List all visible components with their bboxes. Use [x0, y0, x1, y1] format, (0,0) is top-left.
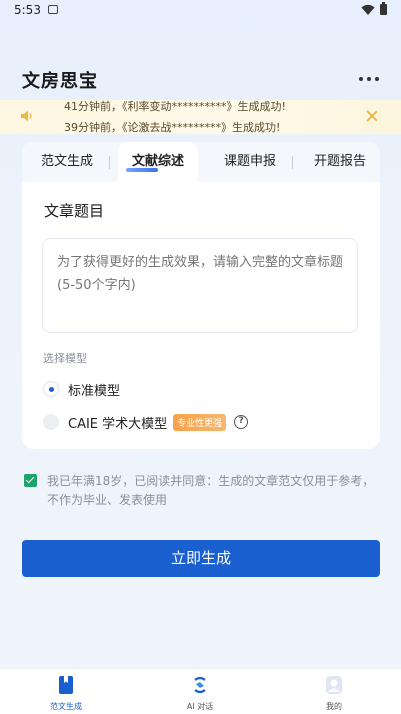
pro-badge: 专业性更强 — [173, 413, 227, 431]
tab-proposal-report[interactable]: 开题报告 — [300, 142, 380, 182]
tab-literature-review[interactable]: 文献综述 — [118, 142, 198, 182]
notice-bar: 41分钟前，《利率变动**********》生成成功! 39分钟前，《论激去战*… — [0, 100, 401, 134]
radio-selected-icon — [43, 381, 59, 397]
speaker-icon — [21, 110, 32, 122]
agreement-checkbox[interactable] — [24, 474, 37, 487]
status-bar: 5:53 — [0, 0, 401, 24]
close-notice-icon[interactable] — [366, 110, 378, 122]
tab-essay-generation[interactable]: 范文生成 — [28, 142, 106, 182]
nav-item-essay-generation[interactable]: 范文生成 — [26, 675, 106, 712]
dot-icon — [359, 77, 363, 81]
book-icon — [59, 676, 73, 694]
status-time: 5:53 — [14, 3, 41, 17]
notice-scroll: 41分钟前，《利率变动**********》生成成功! 39分钟前，《论激去战*… — [44, 100, 363, 134]
dot-icon — [367, 77, 371, 81]
model-option-label: CAIE 学术大模型 — [68, 416, 168, 432]
nav-label: 范文生成 — [50, 702, 82, 711]
tab-bar: 范文生成 文献综述 课题申报 开题报告 — [22, 142, 380, 182]
nav-label: 我的 — [326, 702, 342, 711]
tab-divider — [292, 156, 293, 169]
radio-unselected-icon — [43, 414, 59, 430]
battery-icon — [380, 2, 387, 15]
model-option-standard[interactable]: 标准模型 — [43, 378, 120, 400]
tab-project-application[interactable]: 课题申报 — [210, 142, 290, 182]
model-select-label: 选择模型 — [43, 352, 87, 365]
model-option-label: 标准模型 — [68, 383, 121, 399]
agreement-text: 我已年满18岁，已阅读并同意：生成的文章范文仅用于参考，不作为毕业、发表使用 — [47, 474, 375, 507]
active-tab-indicator — [126, 168, 158, 172]
dot-icon — [375, 77, 379, 81]
tab-divider — [109, 156, 110, 169]
model-option-caie[interactable]: CAIE 学术大模型 专业性更强 ? — [43, 411, 249, 433]
ai-chat-icon — [194, 676, 206, 694]
nav-item-profile[interactable]: 我的 — [294, 675, 374, 712]
article-title-input[interactable] — [42, 238, 358, 333]
app-title: 文房思宝 — [22, 71, 98, 92]
notice-line: 39分钟前，《论激去战*********》生成成功! — [64, 121, 281, 134]
help-icon[interactable]: ? — [234, 415, 249, 429]
more-options-button[interactable] — [356, 70, 382, 88]
section-title: 文章题目 — [44, 202, 105, 220]
form-card: 文章题目 选择模型 标准模型 CAIE 学术大模型 专业性更强 ? — [22, 182, 380, 449]
wifi-icon — [361, 4, 375, 15]
bottom-nav: 范文生成 AI 对话 我的 — [0, 668, 401, 714]
profile-icon — [326, 676, 342, 694]
generate-button[interactable]: 立即生成 — [22, 540, 380, 577]
notice-line: 41分钟前，《利率变动**********》生成成功! — [64, 100, 286, 113]
nav-item-ai-chat[interactable]: AI 对话 — [160, 675, 240, 712]
agreement-row: 我已年满18岁，已阅读并同意：生成的文章范文仅用于参考，不作为毕业、发表使用 — [22, 472, 378, 510]
nav-label: AI 对话 — [186, 702, 214, 711]
sim-card-icon — [48, 5, 58, 14]
tab-label: 文献综述 — [131, 154, 184, 169]
